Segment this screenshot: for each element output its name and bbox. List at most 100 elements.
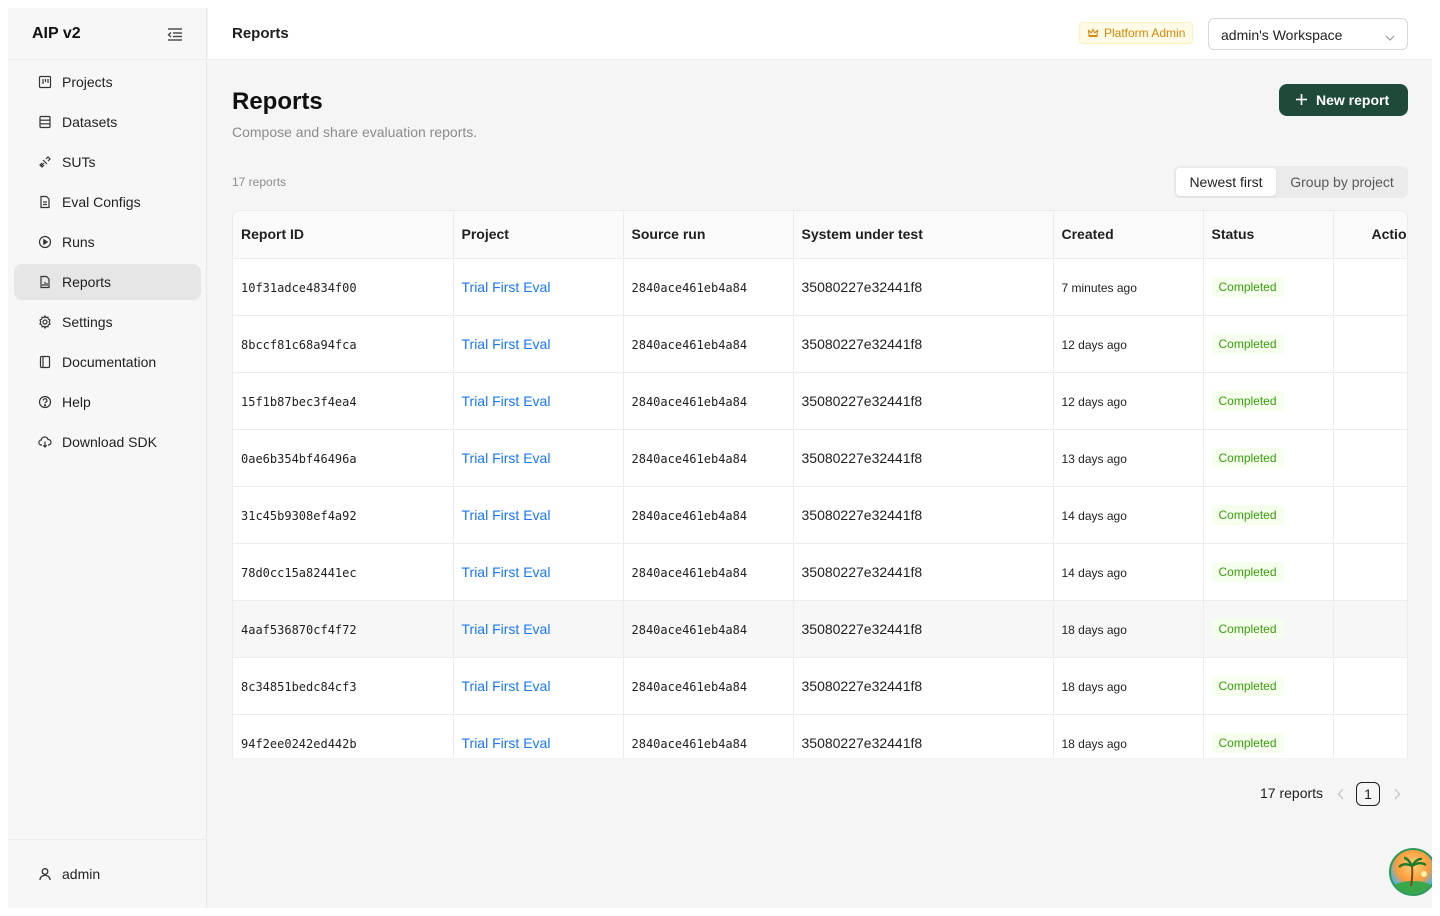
table-row[interactable]: 10f31adce4834f00 Trial First Eval 2840ace4…: [233, 258, 1407, 316]
sidebar-item-runs[interactable]: Runs: [14, 224, 201, 260]
column-header-project[interactable]: Project: [453, 211, 624, 259]
table-cell: Completed: [1203, 315, 1334, 373]
column-header-report-id[interactable]: Report ID: [233, 211, 454, 259]
report-id-cell: 8c34851bedc84cf3: [241, 679, 357, 694]
column-header-created[interactable]: Created: [1053, 211, 1204, 259]
table-cell: 35080227e32441f8: [793, 315, 1054, 373]
sut-cell: 35080227e32441f8: [801, 392, 923, 409]
column-header-status[interactable]: Status: [1203, 211, 1334, 259]
table-row[interactable]: 8c34851bedc84cf3 Trial First Eval 2840ace4…: [233, 657, 1407, 715]
created-cell: 12 days ago: [1061, 394, 1127, 409]
project-link[interactable]: Trial First Eval: [462, 564, 551, 580]
table-cell: Completed: [1203, 258, 1334, 316]
sut-cell: 35080227e32441f8: [801, 734, 923, 751]
sut-cell: 35080227e32441f8: [801, 335, 923, 352]
project-link[interactable]: Trial First Eval: [462, 336, 551, 352]
sidebar-item-label: Runs: [62, 234, 95, 250]
new-report-button[interactable]: New report: [1279, 84, 1408, 116]
suts-icon: [38, 155, 52, 169]
column-header-source-run[interactable]: Source run: [623, 211, 794, 259]
sidebar-item-settings[interactable]: Settings: [14, 304, 201, 340]
table-cell: 2840ace461eb4a84: [623, 429, 794, 487]
status-badge: Completed: [1211, 447, 1284, 468]
app-title: AIP v2: [32, 25, 81, 42]
table-cell: Trial First Eval: [453, 315, 624, 373]
platform-admin-label: Platform Admin: [1104, 26, 1186, 40]
source-run-cell: 2840ace461eb4a84: [631, 394, 748, 409]
workspace-select[interactable]: admin's Workspace: [1208, 18, 1408, 50]
sidebar-item-label: Documentation: [62, 354, 157, 370]
plus-icon: [1295, 93, 1308, 109]
projects-icon: [38, 75, 52, 89]
table-cell: Completed: [1203, 372, 1334, 430]
documentation-icon: [38, 355, 52, 369]
table-cell: 94f2ee0242ed442b: [233, 714, 454, 758]
sut-cell: 35080227e32441f8: [801, 506, 923, 523]
actions-cell: [1333, 258, 1407, 316]
sidebar-item-label: Projects: [62, 74, 113, 90]
sidebar-item-documentation[interactable]: Documentation: [14, 344, 201, 380]
user-menu[interactable]: admin: [14, 856, 201, 892]
sort-newest-first[interactable]: Newest first: [1176, 168, 1276, 196]
project-link[interactable]: Trial First Eval: [462, 393, 551, 409]
table-cell: Trial First Eval: [453, 714, 624, 758]
table-cell: 2840ace461eb4a84: [623, 258, 794, 316]
report-id-cell: 15f1b87bec3f4ea4: [241, 394, 357, 409]
sidebar-item-suts[interactable]: SUTs: [14, 144, 201, 180]
table-cell: 14 days ago: [1053, 486, 1204, 544]
table-cell: 8c34851bedc84cf3: [233, 657, 454, 715]
project-link[interactable]: Trial First Eval: [462, 735, 551, 751]
sidebar-item-eval-configs[interactable]: Eval Configs: [14, 184, 201, 220]
chevron-left-icon[interactable]: [1336, 787, 1346, 806]
created-cell: 7 minutes ago: [1061, 280, 1137, 295]
sut-cell: 35080227e32441f8: [801, 677, 923, 694]
table-row[interactable]: 31c45b9308ef4a92 Trial First Eval 2840ace4…: [233, 486, 1407, 544]
project-link[interactable]: Trial First Eval: [462, 507, 551, 523]
status-badge: Completed: [1211, 390, 1284, 411]
table-cell: 7 minutes ago: [1053, 258, 1204, 316]
pagination-page[interactable]: 1: [1356, 782, 1380, 806]
project-link[interactable]: Trial First Eval: [462, 450, 551, 466]
assistant-avatar-button[interactable]: [1389, 848, 1432, 896]
sidebar-item-help[interactable]: Help: [14, 384, 201, 420]
sut-cell: 35080227e32441f8: [801, 449, 923, 466]
project-link[interactable]: Trial First Eval: [462, 279, 551, 295]
collapse-sidebar-icon[interactable]: [165, 24, 185, 44]
sidebar-item-label: Help: [62, 394, 91, 410]
table-row[interactable]: 78d0cc15a82441ec Trial First Eval 2840ace4…: [233, 543, 1407, 601]
status-badge: Completed: [1211, 618, 1284, 639]
status-badge: Completed: [1211, 276, 1284, 297]
table-cell: Trial First Eval: [453, 429, 624, 487]
source-run-cell: 2840ace461eb4a84: [631, 565, 748, 580]
sidebar-nav: Projects Datasets SUTs Eval Configs Runs Repo…: [14, 64, 201, 464]
sut-cell: 35080227e32441f8: [801, 620, 923, 637]
platform-admin-badge: Platform Admin: [1079, 22, 1194, 44]
column-header-actions: Actions: [1333, 211, 1407, 259]
report-id-cell: 31c45b9308ef4a92: [241, 508, 357, 523]
table-cell: Completed: [1203, 600, 1334, 658]
sidebar-item-label: Datasets: [62, 114, 118, 130]
table-row[interactable]: 4aaf536870cf4f72 Trial First Eval 2840ace4…: [233, 600, 1407, 658]
new-report-label: New report: [1316, 92, 1390, 108]
sidebar-item-datasets[interactable]: Datasets: [14, 104, 201, 140]
workspace-value: admin's Workspace: [1221, 27, 1343, 43]
chevron-down-icon: [1385, 30, 1395, 48]
sidebar-item-projects[interactable]: Projects: [14, 64, 201, 100]
table-row[interactable]: 8bccf81c68a94fca Trial First Eval 2840ace4…: [233, 315, 1407, 373]
project-link[interactable]: Trial First Eval: [462, 678, 551, 694]
project-link[interactable]: Trial First Eval: [462, 621, 551, 637]
column-header-sut[interactable]: System under test: [793, 211, 1054, 259]
table-cell: 18 days ago: [1053, 657, 1204, 715]
table-cell: 4aaf536870cf4f72: [233, 600, 454, 658]
table-cell: 35080227e32441f8: [793, 372, 1054, 430]
table-cell: 78d0cc15a82441ec: [233, 543, 454, 601]
sort-group-by-project[interactable]: Group by project: [1278, 168, 1406, 196]
actions-cell: [1333, 486, 1407, 544]
chevron-right-icon[interactable]: [1392, 787, 1402, 806]
sidebar-item-reports[interactable]: Reports: [14, 264, 201, 300]
sidebar-item-download-sdk[interactable]: Download SDK: [14, 424, 201, 460]
table-row[interactable]: 94f2ee0242ed442b Trial First Eval 2840ace4…: [233, 714, 1407, 758]
pagination-total: 17 reports: [1260, 785, 1324, 801]
table-row[interactable]: 0ae6b354bf46496a Trial First Eval 2840ace4…: [233, 429, 1407, 487]
table-row[interactable]: 15f1b87bec3f4ea4 Trial First Eval 2840ace4…: [233, 372, 1407, 430]
